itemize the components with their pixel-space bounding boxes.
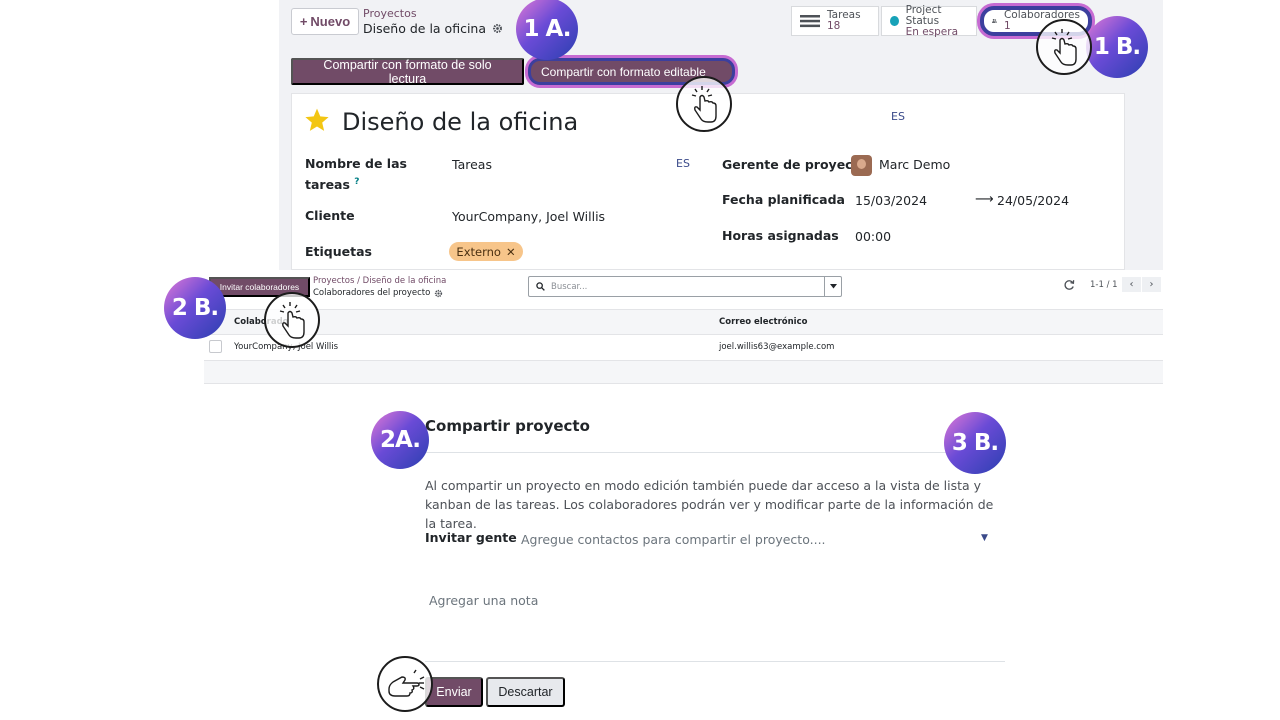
refresh-icon[interactable] [1063,279,1075,291]
project-status-button[interactable]: Project Status En espera [881,3,977,38]
allocated-hours-field[interactable]: 00:00 [855,229,891,244]
step-badge-1a: 1 A. [516,0,578,60]
chevron-left-icon: ‹ [1129,279,1134,290]
search-input[interactable]: Buscar... [551,282,824,292]
discard-button[interactable]: Descartar [486,677,565,707]
pointing-hand-icon [377,656,433,712]
task-name-field[interactable]: Tareas [452,157,492,172]
gear-icon[interactable] [434,289,443,298]
tag-chip-label: Externo [456,244,501,259]
click-hand-icon [676,76,732,132]
project-status-label: Project Status [905,3,942,27]
status-dot-icon [890,16,899,26]
star-favorite-icon[interactable] [304,107,330,133]
search-toggle-dropdown[interactable] [824,277,841,296]
tasks-stat-button[interactable]: Tareas 18 [791,6,879,36]
breadcrumb-current-label: Colaboradores del proyecto [313,288,431,298]
new-button[interactable]: + Nuevo [291,8,359,35]
pager-value[interactable]: 1-1 / 1 [1090,280,1118,290]
chevron-right-icon: › [1149,279,1154,290]
tag-chip[interactable]: Externo ✕ [449,242,523,261]
caret-down-icon [829,284,837,289]
planned-date-label: Fecha planificada [722,192,845,207]
users-icon [992,19,997,23]
search-icon [529,282,551,291]
tasks-stat-value: 18 [827,20,841,32]
language-badge[interactable]: ES [676,157,690,170]
column-email[interactable]: Correo electrónico [719,317,807,327]
breadcrumb-current: Diseño de la oficina [363,21,503,36]
step-badge-3b: 3 B. [944,412,1006,474]
breadcrumb-current-label: Diseño de la oficina [363,21,486,36]
pager-next-button[interactable]: › [1142,277,1161,292]
plus-icon: + [299,14,308,29]
allocated-hours-label: Horas asignadas [722,228,839,243]
breadcrumb-parent[interactable]: Proyectos [363,7,417,20]
invite-people-input[interactable]: Agregue contactos para compartir el proy… [521,532,826,547]
send-button[interactable]: Enviar [425,677,483,707]
new-button-label: Nuevo [310,14,351,29]
click-hand-icon [264,292,320,348]
language-badge[interactable]: ES [891,110,905,123]
tags-label: Etiquetas [305,244,372,259]
share-readonly-button[interactable]: Compartir con formato de solo lectura [291,58,524,86]
tasks-list-icon [800,15,820,28]
avatar [851,155,872,176]
project-status-value: En espera [905,25,959,38]
click-hand-icon [1036,19,1092,75]
pager-previous-button[interactable]: ‹ [1122,277,1141,292]
step-badge-2a: 2A. [371,411,429,469]
gear-icon[interactable] [492,23,503,34]
customer-field[interactable]: YourCompany, Joel Willis [452,209,605,224]
date-start-field[interactable]: 15/03/2024 [855,193,927,208]
help-tooltip-icon[interactable]: ? [354,177,359,187]
table-footer [204,361,1163,384]
breadcrumb-current: Colaboradores del proyecto [313,288,443,298]
wizard-divider [425,452,1005,453]
step-badge-2b: 2 B. [164,277,226,339]
row-checkbox[interactable] [209,340,222,353]
breadcrumb: Proyectos / Diseño de la oficina [313,276,446,286]
search-box[interactable]: Buscar... [528,276,842,297]
invite-people-label: Invitar gente [425,530,517,545]
project-manager-field[interactable]: Marc Demo [879,157,950,172]
caret-down-icon[interactable]: ▼ [981,533,988,543]
record-title[interactable]: Diseño de la oficina [342,108,578,136]
date-end-field[interactable]: 24/05/2024 [997,193,1069,208]
arrow-right-icon: ⟶ [975,192,994,207]
step-badge-1b: 1 B. [1086,16,1148,78]
breadcrumb-projects[interactable]: Proyectos [313,276,354,286]
remove-tag-icon[interactable]: ✕ [506,245,516,259]
project-manager-label: Gerente de proyecto [722,157,868,172]
task-name-label: Nombre de las tareas ? [305,155,415,194]
wizard-footer-divider [425,661,1005,662]
breadcrumb-project[interactable]: Diseño de la oficina [363,276,447,286]
table-row-email[interactable]: joel.willis63@example.com [719,342,834,352]
customer-label: Cliente [305,208,355,223]
wizard-title: Compartir proyecto [425,417,590,435]
note-input[interactable]: Agregar una nota [429,593,538,608]
table-header [204,309,1163,335]
wizard-description: Al compartir un proyecto en modo edición… [425,478,994,531]
